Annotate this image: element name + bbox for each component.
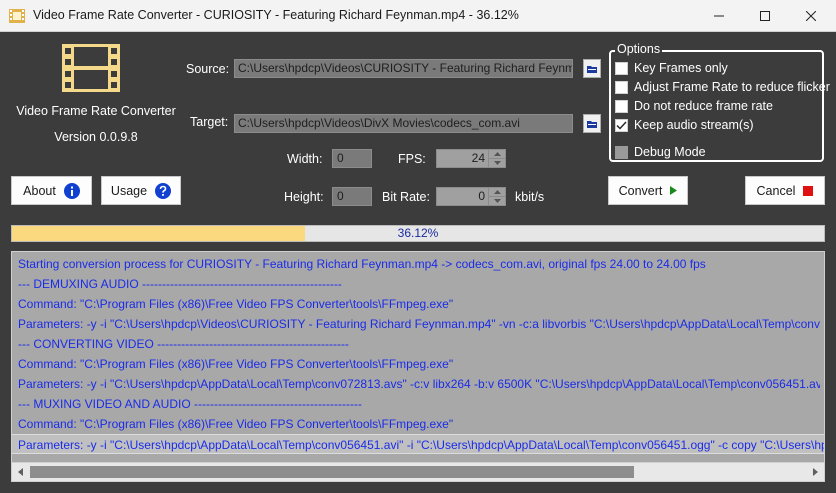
checkbox-icon[interactable] — [615, 99, 628, 113]
log-line[interactable]: --- DEMUXING AUDIO ---------------------… — [18, 274, 820, 294]
usage-label: Usage — [110, 183, 148, 198]
horizontal-scrollbar[interactable] — [12, 462, 824, 481]
scrollbar-thumb[interactable] — [30, 466, 634, 478]
cancel-label: Cancel — [756, 183, 796, 198]
height-input[interactable]: 0 — [332, 187, 372, 206]
height-label: Height: — [284, 190, 324, 204]
close-icon — [806, 11, 816, 21]
window-title: Video Frame Rate Converter - CURIOSITY -… — [33, 8, 519, 22]
fps-value: 24 — [471, 151, 485, 165]
log-line[interactable]: Command: "C:\Program Files (x86)\Free Vi… — [18, 294, 820, 314]
log-line[interactable]: Parameters: -y -i "C:\Users\hpdcp\Videos… — [18, 314, 820, 334]
stop-square-icon — [803, 185, 814, 196]
bitrate-spin-buttons[interactable] — [488, 188, 505, 205]
option-label: Adjust Frame Rate to reduce flicker — [634, 80, 830, 94]
app-version: Version 0.0.9.8 — [54, 130, 138, 144]
log-line[interactable]: Command: "C:\Program Files (x86)\Free Vi… — [18, 414, 820, 434]
log-list[interactable]: Starting conversion process for CURIOSIT… — [11, 251, 825, 482]
cancel-button[interactable]: Cancel — [745, 176, 825, 205]
checkbox-icon[interactable] — [615, 61, 628, 75]
app-name: Video Frame Rate Converter — [16, 104, 176, 118]
log-line[interactable]: Parameters: -y -i "C:\Users\hpdcp\AppDat… — [18, 374, 820, 394]
option-debug-mode[interactable]: Debug Mode — [615, 145, 706, 159]
spin-up-icon[interactable] — [489, 150, 505, 158]
option-adjust-frame-rate[interactable]: Adjust Frame Rate to reduce flicker — [615, 80, 830, 94]
log-line[interactable]: --- CONVERTING VIDEO -------------------… — [18, 334, 820, 354]
source-browse-button[interactable] — [583, 59, 601, 78]
close-button[interactable] — [788, 0, 834, 32]
minimize-icon — [714, 15, 724, 17]
convert-label: Convert — [618, 183, 663, 198]
spin-up-icon[interactable] — [489, 188, 505, 196]
log-line[interactable]: --- MUXING VIDEO AND AUDIO -------------… — [18, 394, 820, 414]
target-path-field[interactable]: C:\Users\hpdcp\Videos\DivX Movies\codecs… — [234, 114, 573, 133]
log-line[interactable]: Command: "C:\Program Files (x86)\Free Vi… — [18, 354, 820, 374]
usage-button[interactable]: Usage — [101, 176, 181, 205]
about-label: About — [23, 183, 56, 198]
checkmark-icon[interactable] — [615, 118, 628, 132]
progress-bar: 36.12% — [11, 225, 825, 242]
log-line[interactable]: Starting conversion process for CURIOSIT… — [18, 254, 820, 274]
fps-spin-buttons[interactable] — [488, 150, 505, 167]
option-label: Debug Mode — [634, 145, 706, 159]
source-path-field[interactable]: C:\Users\hpdcp\Videos\CURIOSITY - Featur… — [234, 59, 573, 78]
checkbox-icon[interactable] — [615, 145, 628, 159]
maximize-icon — [760, 11, 770, 21]
target-label: Target: — [190, 115, 229, 129]
question-icon — [155, 182, 172, 199]
app-window: Video Frame Rate Converter - CURIOSITY -… — [0, 0, 836, 493]
film-strip-icon — [62, 44, 120, 92]
option-label: Keep audio stream(s) — [634, 118, 754, 132]
fps-spinner[interactable]: 24 — [436, 149, 506, 168]
target-browse-button[interactable] — [583, 114, 601, 133]
film-strip-icon — [9, 9, 25, 23]
source-label: Source: — [186, 62, 230, 76]
checkbox-icon[interactable] — [615, 80, 628, 94]
play-arrow-icon — [670, 186, 678, 195]
progress-text: 36.12% — [397, 226, 439, 240]
option-key-frames-only[interactable]: Key Frames only — [615, 61, 728, 75]
minimize-button[interactable] — [696, 0, 742, 32]
about-button[interactable]: About — [11, 176, 92, 205]
maximize-button[interactable] — [742, 0, 788, 32]
option-label: Do not reduce frame rate — [634, 99, 773, 113]
fps-label: FPS: — [398, 152, 426, 166]
folder-icon — [587, 120, 597, 128]
option-keep-audio-streams[interactable]: Keep audio stream(s) — [615, 118, 754, 132]
options-legend: Options — [615, 42, 663, 56]
folder-icon — [587, 65, 597, 73]
option-do-not-reduce-frame-rate[interactable]: Do not reduce frame rate — [615, 99, 773, 113]
width-label: Width: — [287, 152, 323, 166]
bitrate-value: 0 — [478, 189, 485, 203]
bitrate-spinner[interactable]: 0 — [436, 187, 506, 206]
title-bar[interactable]: Video Frame Rate Converter - CURIOSITY -… — [0, 0, 836, 32]
spin-down-icon[interactable] — [489, 158, 505, 167]
convert-button[interactable]: Convert — [608, 176, 688, 205]
info-icon — [63, 182, 80, 199]
spin-down-icon[interactable] — [489, 196, 505, 205]
bitrate-label: Bit Rate: — [382, 190, 430, 204]
option-label: Key Frames only — [634, 61, 728, 75]
bitrate-unit: kbit/s — [515, 190, 545, 204]
scroll-right-icon[interactable] — [807, 463, 824, 481]
width-input[interactable]: 0 — [332, 149, 372, 168]
scroll-left-icon[interactable] — [12, 463, 29, 481]
log-line[interactable]: Parameters: -y -i "C:\Users\hpdcp\AppDat… — [12, 434, 824, 454]
